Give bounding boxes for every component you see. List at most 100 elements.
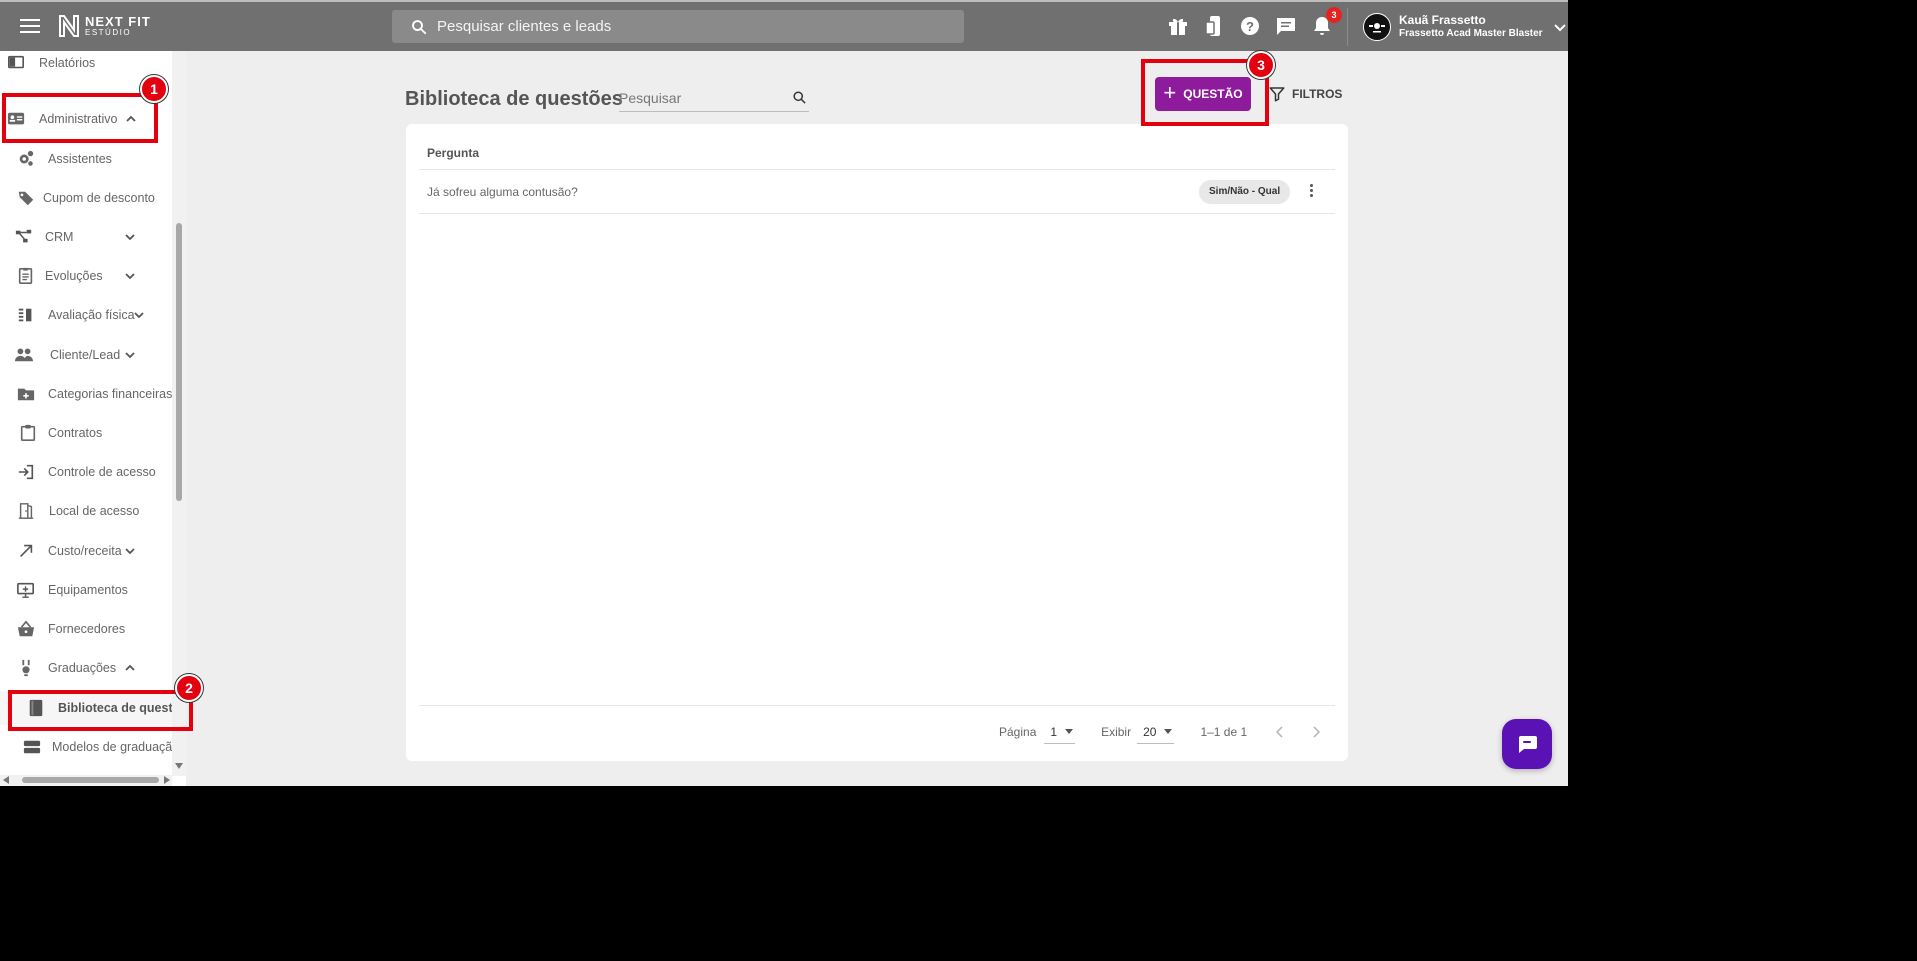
sidebar-item-graduacoes[interactable]: Graduações [0,651,172,685]
sidebar-item-categorias-financeiras[interactable]: Categorias financeiras [0,377,172,411]
divider [419,705,1335,706]
logo[interactable]: NEXT FIT ESTÚDIO [58,14,151,38]
chat-icon[interactable] [1274,14,1298,38]
monitor-icon [17,582,35,598]
crm-icon [15,229,32,243]
clipboard-list-icon [18,267,33,285]
notification-badge: 3 [1326,7,1342,23]
sidebar-horizontal-scrollbar[interactable] [0,775,172,786]
dropdown-arrow-icon [1065,729,1074,734]
sidebar-item-label: Categorias financeiras [48,387,173,401]
sidebar-item-label: Avaliação física [48,308,135,322]
user-menu[interactable]: Kauã Frassetto Frassetto Acad Master Bla… [1363,13,1567,41]
sidebar-item-evolucoes[interactable]: Evoluções [0,259,172,293]
basket-icon [17,620,35,637]
top-bar: NEXT FIT ESTÚDIO ? 3 Kauã Frassetto Fras… [0,2,1568,51]
scroll-down-arrow-icon[interactable] [175,763,183,769]
sidebar-item-cliente-lead[interactable]: Cliente/Lead [0,338,172,372]
chevron-down-icon[interactable] [1553,20,1567,34]
sidebar-item-custo-receita[interactable]: Custo/receita [0,534,172,568]
filters-button[interactable]: FILTROS [1268,85,1342,103]
scrollbar-thumb[interactable] [176,223,182,501]
question-text: Já sofreu alguma contusão? [427,185,578,199]
filter-icon [1269,87,1285,102]
door-icon [18,503,34,519]
top-actions: ? 3 [1166,7,1342,38]
page-size-select[interactable]: 20 [1137,720,1175,744]
chevron-down-icon[interactable] [124,349,136,361]
sidebar-item-controle-de-acesso[interactable]: Controle de acesso [0,455,172,489]
more-options-icon[interactable] [1305,182,1317,202]
step-marker-3: 3 [1247,51,1275,79]
search-icon[interactable] [792,90,807,105]
avatar [1363,13,1391,41]
sidebar-item-contratos[interactable]: Contratos [0,416,172,450]
user-name: Kauã Frassetto [1399,13,1486,28]
sidebar-item-label: Evoluções [45,269,103,283]
sidebar-item-label: Custo/receita [48,544,122,558]
medal-icon [22,659,30,677]
sidebar-item-label: CRM [45,230,74,244]
chevron-down-icon[interactable] [124,545,136,557]
sidebar-vertical-scrollbar[interactable] [172,51,186,776]
app-window: NEXT FIT ESTÚDIO ? 3 Kauã Frassetto Fras… [0,0,1568,786]
people-icon [15,348,33,362]
sidebar-item-label: Assistentes [48,152,112,166]
search-input[interactable] [619,89,784,106]
page-title: Biblioteca de questões [405,88,623,110]
clipboard-icon [20,424,36,442]
sidebar-item-avaliacao-fisica[interactable]: Avaliação física [0,298,172,332]
notifications-icon[interactable]: 3 [1310,7,1342,38]
column-header-question[interactable]: Pergunta [427,146,479,160]
chevron-up-icon[interactable] [125,113,137,125]
device-icon[interactable] [1202,14,1226,38]
sidebar-item-equipamentos[interactable]: Equipamentos [0,573,172,607]
scrollbar-thumb[interactable] [22,777,159,783]
divider [419,213,1335,214]
chevron-down-icon[interactable] [124,270,136,282]
table-row[interactable]: Já sofreu alguma contusão? Sim/Não - Qua… [419,170,1335,213]
add-question-button[interactable]: + QUESTÃO [1155,77,1251,111]
sidebar-item-relatorios[interactable]: Relatórios [0,51,172,80]
chat-widget-button[interactable] [1502,719,1552,769]
sidebar-item-cupom-de-desconto[interactable]: Cupom de desconto [0,181,172,215]
range-text: 1–1 de 1 [1200,725,1248,739]
sidebar-item-label: Graduações [48,661,117,675]
menu-icon[interactable] [20,16,40,36]
sidebar-item-assistentes[interactable]: Assistentes [0,142,172,176]
chevron-right-icon[interactable] [1309,725,1323,739]
scroll-left-arrow-icon[interactable] [3,776,9,784]
chat-bubble-icon [1519,736,1537,753]
chevron-down-icon[interactable] [124,231,136,243]
help-icon[interactable]: ? [1238,14,1262,38]
scroll-right-arrow-icon[interactable] [164,776,170,784]
step-marker-2: 2 [175,674,203,702]
step-marker-1: 1 [140,75,168,103]
assessment-icon [18,308,32,322]
global-search-input[interactable] [437,18,937,35]
sidebar-item-biblioteca-de-questoes[interactable]: Biblioteca de questões [0,691,186,725]
sidebar-item-fornecedores[interactable]: Fornecedores [0,612,172,646]
user-organization: Frassetto Acad Master Blaster [1399,28,1543,40]
sidebar-item-local-de-acesso[interactable]: Local de acesso [0,494,172,528]
sidebar-item-label: Modelos de graduação [52,740,180,754]
filters-label: FILTROS [1292,87,1343,101]
global-search [392,10,964,43]
chevron-left-icon[interactable] [1273,725,1287,739]
search-icon[interactable] [410,18,428,36]
sidebar-item-crm[interactable]: CRM [0,220,172,254]
folder-plus-icon [17,388,35,401]
pagination: Página 1 Exibir 20 1–1 de 1 [999,718,1323,746]
sidebar-item-label: Contratos [48,426,103,440]
reports-icon [7,55,25,69]
chevron-down-icon[interactable] [133,309,145,321]
page-select[interactable]: 1 [1044,720,1076,744]
dropdown-arrow-icon [1164,729,1173,734]
logo-title: NEXT FIT [85,14,151,29]
gift-icon[interactable] [1166,14,1190,38]
sidebar-item-modelos-de-graduacao[interactable]: Modelos de graduação [0,730,179,764]
sidebar-item-administrativo[interactable]: Administrativo [0,102,172,136]
sidebar-item-label: Fornecedores [48,622,126,636]
chevron-up-icon[interactable] [124,662,136,674]
plus-icon: + [1163,80,1177,105]
